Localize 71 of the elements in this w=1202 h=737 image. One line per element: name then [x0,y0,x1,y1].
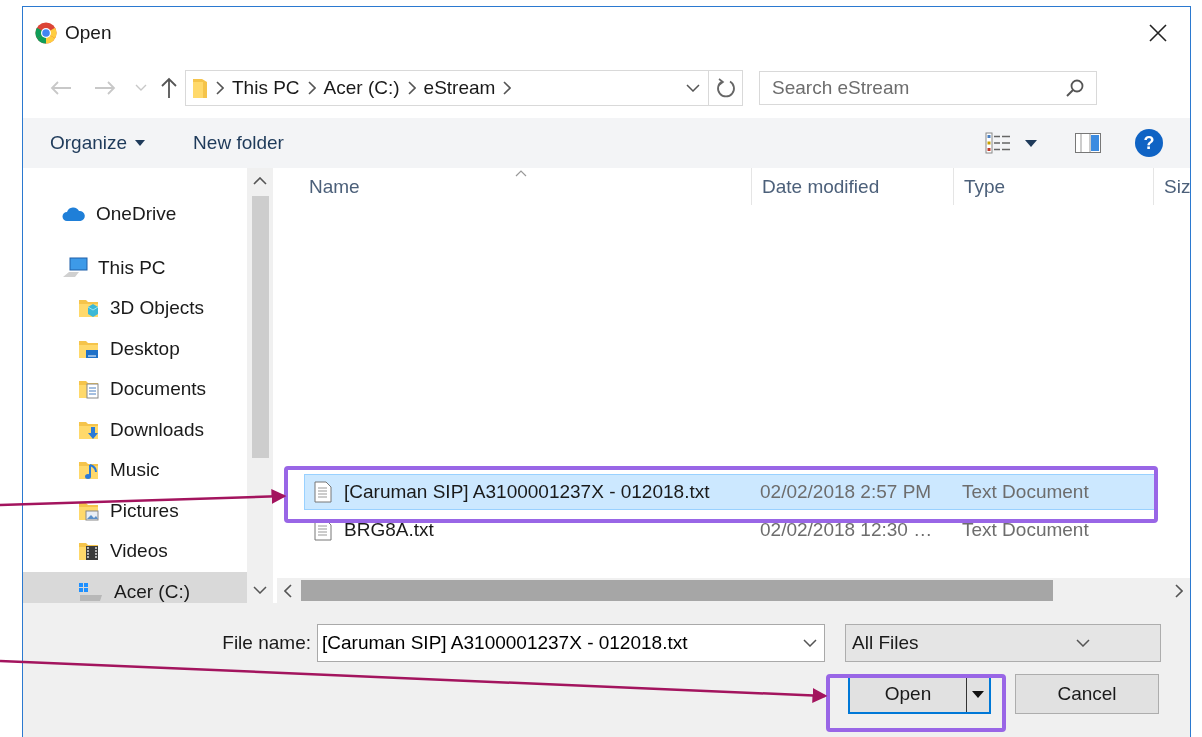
nav-item[interactable]: Documents [23,369,247,410]
caret-icon [135,140,146,146]
preview-pane-button[interactable] [1075,133,1101,153]
nav-item[interactable]: OneDrive [23,194,247,235]
chevron-left-icon [284,583,292,598]
column-header[interactable]: Type [953,168,1153,205]
caret-icon [1025,139,1037,147]
arrow-left-icon [50,80,72,96]
organize-menu[interactable]: Organize [50,132,146,154]
refresh-icon [715,78,736,98]
file-name-field[interactable]: [Caruman SIP] A3100001237X - 012018.txt [317,624,825,662]
file-name: [Caruman SIP] A3100001237X - 012018.txt [344,481,710,503]
field-label: File name: [221,632,312,654]
folder-icon [192,77,208,99]
file-type: Text Document [961,480,1090,504]
arrow-right-icon [94,80,116,96]
chevron-down-icon [686,84,700,92]
folder-icon [78,297,100,320]
file-name: BRG8A.txt [344,519,434,541]
cancel-button[interactable]: Cancel [1015,674,1159,714]
computer-icon [62,256,88,279]
chevron-right-icon [1175,583,1183,598]
breadcrumb-item[interactable]: eStream [423,77,496,99]
file-row[interactable]: BRG8A.txt 02/02/2018 12:30 … Text Document [304,512,1158,548]
address-bar[interactable]: This PC Acer (C:) eStream [185,70,743,106]
nav-item[interactable]: This PC [23,247,247,288]
chevron-right-icon [407,81,416,95]
breadcrumb-item[interactable]: This PC [232,77,300,99]
arrow-up-icon [160,77,178,99]
nav-item[interactable]: 3D Objects [23,288,247,329]
cloud-icon [62,206,86,223]
search-field[interactable]: Search eStream [759,71,1097,105]
nav-item[interactable]: Acer (C:) [23,571,247,603]
chevron-up-icon [253,177,267,185]
chrome-logo-icon [35,21,57,44]
window-title: Open [65,21,113,44]
chevron-right-icon [307,81,316,95]
breadcrumb-item[interactable]: Acer (C:) [323,77,400,99]
file-date: 02/02/2018 12:30 … [759,518,934,542]
nav-item[interactable]: Music [23,450,247,491]
nav-item[interactable]: Desktop [23,328,247,369]
file-date: 02/02/2018 2:57 PM [759,480,933,504]
folder-icon [78,378,100,401]
folder-icon [78,459,100,482]
folder-icon [78,540,100,563]
scrollbar[interactable] [277,578,1190,603]
chevron-right-icon [503,81,512,95]
scrollbar[interactable] [247,168,273,603]
drive-icon [78,581,104,602]
search-icon [1065,78,1085,98]
file-type-dropdown[interactable]: All Files [845,624,1161,662]
nav-item[interactable]: Videos [23,531,247,572]
nav-item[interactable]: Pictures [23,490,247,531]
column-header[interactable]: Name [277,168,751,205]
chevron-down-icon [253,586,267,594]
column-header[interactable]: Siz [1153,168,1190,205]
chevron-right-icon [216,81,224,95]
chevron-down-icon [803,639,817,647]
new-folder-button[interactable]: New folder [193,132,284,154]
close-icon [1149,23,1167,42]
nav-item[interactable]: Downloads [23,409,247,450]
details-view-icon [985,132,1011,154]
chevron-down-icon [1076,639,1090,647]
text-file-icon [314,481,332,503]
chevron-down-icon [135,84,147,92]
preview-pane-icon [1075,133,1101,153]
file-type: Text Document [961,518,1090,542]
view-options-button[interactable] [985,132,1037,154]
help-button[interactable]: ? [1135,129,1163,157]
column-header[interactable]: Date modified [751,168,953,205]
caret-icon [972,690,984,698]
